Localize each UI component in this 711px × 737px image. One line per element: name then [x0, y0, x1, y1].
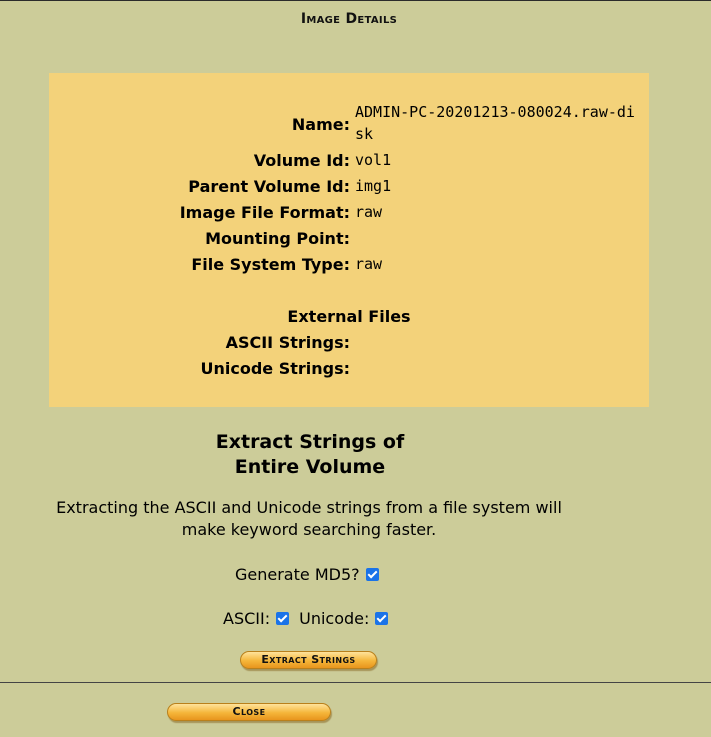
name-value: ADMIN-PC-20201213-080024.raw-disk	[355, 103, 635, 143]
volume-id-label: Volume Id:	[253, 151, 350, 170]
close-button[interactable]: Close	[167, 703, 331, 721]
ascii-strings-label: ASCII Strings:	[225, 333, 350, 352]
generate-md5-option: Generate MD5?	[235, 565, 379, 584]
string-type-options: ASCII: Unicode:	[223, 609, 389, 628]
ascii-option-label: ASCII:	[223, 609, 271, 628]
volume-id-value: vol1	[355, 151, 392, 169]
unicode-strings-label: Unicode Strings:	[200, 359, 350, 378]
parent-volume-id-value: img1	[355, 177, 392, 195]
detail-row-name: Name: ADMIN-PC-20201213-080024.raw-disk	[49, 101, 649, 145]
image-details-panel: Name: ADMIN-PC-20201213-080024.raw-disk …	[49, 73, 649, 407]
image-file-format-value: raw	[355, 203, 383, 221]
name-label: Name:	[291, 115, 350, 134]
top-divider	[0, 0, 711, 1]
detail-row-parent-volume-id: Parent Volume Id: img1	[49, 175, 649, 197]
detail-row-mounting-point: Mounting Point:	[49, 227, 649, 249]
unicode-checkbox[interactable]	[375, 612, 389, 625]
detail-row-image-file-format: Image File Format: raw	[49, 201, 649, 223]
extract-title-line-1: Extract Strings of	[215, 431, 405, 453]
parent-volume-id-label: Parent Volume Id:	[188, 177, 350, 196]
generate-md5-label: Generate MD5?	[235, 565, 360, 584]
extract-description: Extracting the ASCII and Unicode strings…	[40, 497, 578, 541]
generate-md5-checkbox[interactable]	[365, 568, 379, 581]
image-file-format-label: Image File Format:	[179, 203, 350, 222]
unicode-option-label: Unicode:	[299, 609, 370, 628]
page-title: Image Details	[300, 11, 398, 27]
detail-row-unicode-strings: Unicode Strings:	[49, 357, 649, 379]
file-system-type-value: raw	[355, 255, 383, 273]
external-files-heading: External Files	[287, 307, 411, 326]
detail-row-file-system-type: File System Type: raw	[49, 253, 649, 275]
description-line-1: Extracting the ASCII and Unicode strings…	[56, 498, 562, 517]
description-line-2: make keyword searching faster.	[181, 520, 437, 539]
extract-title-line-2: Entire Volume	[234, 456, 386, 478]
extract-strings-title: Extract Strings of Entire Volume	[160, 430, 460, 480]
file-system-type-label: File System Type:	[191, 255, 350, 274]
detail-row-ascii-strings: ASCII Strings:	[49, 331, 649, 353]
extract-strings-button[interactable]: Extract Strings	[240, 651, 377, 669]
ascii-checkbox[interactable]	[276, 612, 290, 625]
detail-row-volume-id: Volume Id: vol1	[49, 149, 649, 171]
mounting-point-label: Mounting Point:	[205, 229, 350, 248]
footer-divider	[0, 682, 711, 683]
